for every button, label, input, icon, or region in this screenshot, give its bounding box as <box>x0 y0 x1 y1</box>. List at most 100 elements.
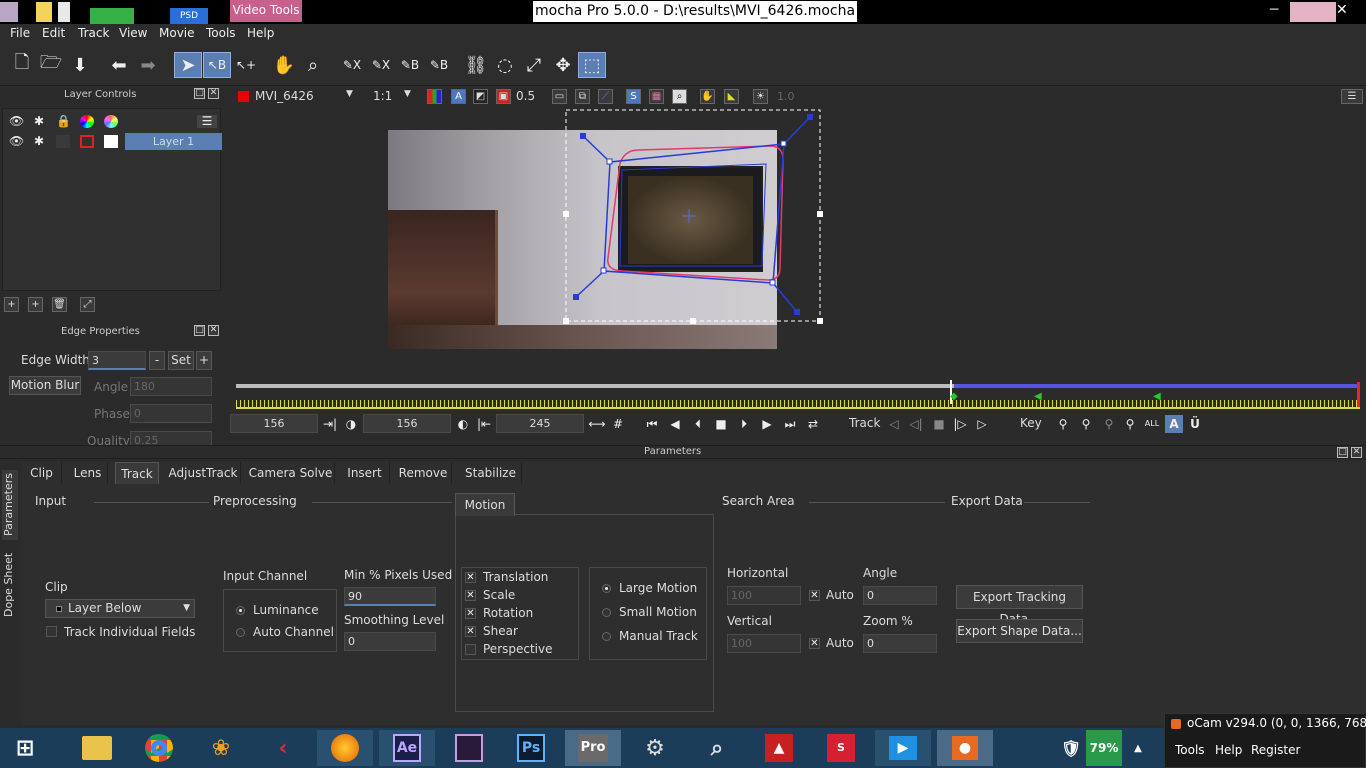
delete-key-icon[interactable]: ⚲ <box>1121 415 1139 433</box>
horizontal-auto-checkbox[interactable]: ✕ <box>809 590 820 601</box>
side-tab-parameters[interactable]: Parameters <box>2 470 18 540</box>
go-to-start-icon[interactable]: ⏮ <box>643 415 661 433</box>
export-shape-data-button[interactable]: Export Shape Data... <box>956 619 1083 643</box>
zoom-field[interactable]: 0 <box>863 634 937 653</box>
tab-insert[interactable]: Insert <box>340 462 390 484</box>
spline-view-icon[interactable]: ⟋ <box>598 89 613 104</box>
folder-icon[interactable] <box>36 2 52 22</box>
link-icon[interactable]: ⛓ <box>462 52 490 78</box>
mocha-pro-taskbar-icon[interactable]: Pro <box>565 730 621 766</box>
add-point-icon[interactable]: ↖+ <box>232 52 260 78</box>
tab-camera-solve[interactable]: Camera Solve <box>247 462 335 484</box>
layer-menu-icon[interactable]: ☰ <box>197 115 217 128</box>
sketchup-taskbar-icon[interactable]: S <box>813 730 869 766</box>
rgb-channel-icon[interactable] <box>427 89 442 104</box>
undock-icon[interactable]: □ <box>194 88 205 99</box>
video-tools-context-tab[interactable]: Video Tools <box>230 0 302 22</box>
angle-field[interactable]: 0 <box>863 586 937 605</box>
security-tray-icon[interactable]: 🛡 <box>1058 730 1084 766</box>
edge-width-set-button[interactable]: Set <box>168 351 194 370</box>
set-in-point-icon[interactable]: ⇥| <box>321 415 339 433</box>
chevron-down-icon[interactable]: ▼ <box>404 89 411 99</box>
fit-range-icon[interactable]: ⟷ <box>588 415 606 433</box>
track-individual-fields-checkbox[interactable] <box>46 626 57 637</box>
track-step-forward-icon[interactable]: |▷ <box>951 415 969 433</box>
tab-track[interactable]: Track <box>115 462 159 484</box>
track-forward-icon[interactable]: ▷ <box>973 415 991 433</box>
save-icon[interactable]: ⬇ <box>66 52 94 78</box>
close-icon[interactable]: ✕ <box>1336 2 1348 18</box>
manual-track-radio[interactable] <box>602 632 611 641</box>
viewport[interactable] <box>230 108 1366 378</box>
tab-stabilize[interactable]: Stabilize <box>460 462 522 484</box>
tab-adjusttrack[interactable]: AdjustTrack <box>166 462 241 484</box>
shear-checkbox[interactable]: ✕ <box>465 626 476 637</box>
motion-blur-button[interactable]: Motion Blur <box>9 376 81 395</box>
eye-icon[interactable]: 👁 <box>9 115 24 128</box>
lasso-icon[interactable]: ◌ <box>491 52 519 78</box>
lock-icon[interactable]: 🔒 <box>56 115 71 128</box>
minimize-icon[interactable]: ─ <box>1270 2 1278 18</box>
delete-layer-icon[interactable]: 🗑 <box>52 297 67 312</box>
smoothing-level-field[interactable]: 0 <box>344 632 436 651</box>
edge-width-field[interactable]: 3 <box>88 351 146 370</box>
perspective-checkbox[interactable] <box>465 644 476 655</box>
search-taskbar-icon[interactable]: ⌕ <box>689 730 745 766</box>
layer-color-icon[interactable] <box>80 135 94 148</box>
duplicate-layer-icon[interactable]: + <box>28 297 43 312</box>
viewer-menu-icon[interactable]: ☰ <box>1341 89 1363 104</box>
close-panel-icon[interactable]: ✕ <box>1351 447 1362 458</box>
pan-view-icon[interactable]: ✋ <box>700 89 715 104</box>
menu-track[interactable]: Track <box>78 26 109 40</box>
notes-icon[interactable] <box>58 2 70 22</box>
battery-indicator[interactable]: 79% <box>1086 730 1122 766</box>
side-tab-dope-sheet[interactable]: Dope Sheet <box>2 550 18 620</box>
acrobat-taskbar-icon[interactable]: ▲ <box>751 730 807 766</box>
track-view-icon[interactable]: ◣ <box>724 89 739 104</box>
menu-tools[interactable]: Tools <box>206 26 236 40</box>
export-tracking-data-button[interactable]: Export Tracking Data... <box>956 585 1083 626</box>
redo-arrow-icon[interactable]: ➡ <box>134 52 162 78</box>
psd-icon[interactable]: PSD <box>170 8 208 24</box>
menu-edit[interactable]: Edit <box>42 26 65 40</box>
premiere-taskbar-icon[interactable] <box>441 730 497 766</box>
layer-matte-icon[interactable] <box>104 135 118 148</box>
min-pixels-field[interactable]: 90 <box>344 587 436 606</box>
reset-out-icon[interactable]: ◐ <box>454 415 472 433</box>
gear-icon[interactable]: ✱ <box>32 135 46 148</box>
close-panel-icon[interactable]: ✕ <box>208 88 219 99</box>
pen-x-spline-icon[interactable]: ✎X <box>367 52 395 78</box>
select-arrow-icon[interactable]: ➤ <box>174 52 202 78</box>
move-icon[interactable]: ✥ <box>549 52 577 78</box>
zoom-icon[interactable]: ⌕ <box>299 52 327 78</box>
ocam-menu-tools[interactable]: Tools <box>1175 743 1205 757</box>
add-key-icon[interactable]: ⚲ <box>1100 415 1118 433</box>
edge-width-minus-button[interactable]: - <box>149 351 165 370</box>
ocam-taskbar-icon[interactable]: ● <box>937 730 993 766</box>
tab-clip[interactable]: Clip <box>22 462 62 484</box>
go-to-end-icon[interactable]: ⏭ <box>781 415 799 433</box>
ocam-menu-help[interactable]: Help <box>1215 743 1242 757</box>
vertical-auto-checkbox[interactable]: ✕ <box>809 638 820 649</box>
tab-remove[interactable]: Remove <box>395 462 452 484</box>
hand-icon[interactable]: ✋ <box>270 52 298 78</box>
surface-icon[interactable]: ⬚ <box>578 52 606 78</box>
photoshop-taskbar-icon[interactable]: Ps <box>503 730 559 766</box>
chrome-taskbar-icon[interactable] <box>131 730 187 766</box>
next-key-icon[interactable]: ⚲ <box>1077 415 1095 433</box>
color-picker-icon[interactable] <box>104 115 118 128</box>
undock-icon[interactable]: □ <box>194 325 205 336</box>
stabilize-view-icon[interactable]: S <box>626 89 641 104</box>
green-app-icon[interactable] <box>90 8 134 24</box>
new-file-icon[interactable]: 🗋 <box>8 52 36 78</box>
transform-icon[interactable]: ⤢ <box>520 52 548 78</box>
eye-icon[interactable]: 👁 <box>9 135 24 148</box>
step-forward-icon[interactable]: ⏵ <box>735 415 753 433</box>
track-stop-icon[interactable]: ■ <box>930 415 948 433</box>
frame-grid-icon[interactable]: # <box>609 415 627 433</box>
opacity-value[interactable]: 0.5 <box>516 89 535 103</box>
open-folder-icon[interactable]: 🗁 <box>37 52 65 78</box>
firefox-taskbar-icon[interactable] <box>317 730 373 766</box>
ocam-menu-register[interactable]: Register <box>1251 743 1300 757</box>
play-forward-icon[interactable]: ▶ <box>758 415 776 433</box>
